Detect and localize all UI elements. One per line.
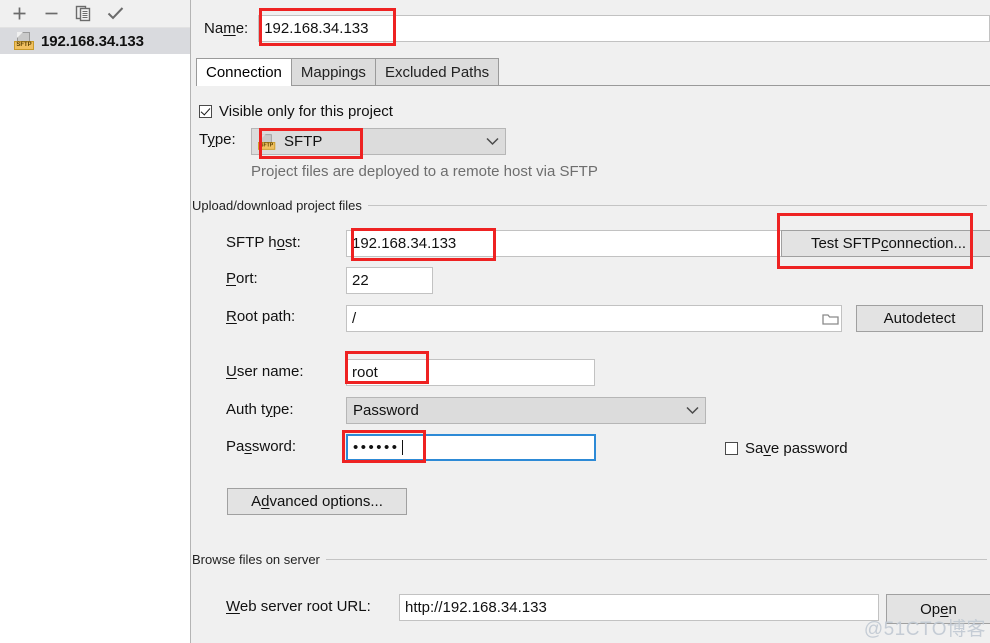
test-sftp-connection-button[interactable]: Test SFTP c onnection... bbox=[781, 230, 990, 257]
port-value: 22 bbox=[352, 272, 369, 289]
group-divider-2 bbox=[325, 559, 987, 560]
text-cursor bbox=[401, 440, 403, 455]
name-input-value: 192.168.34.133 bbox=[264, 19, 369, 37]
chevron-down-icon[interactable] bbox=[483, 137, 501, 146]
copy-icon[interactable] bbox=[68, 1, 98, 27]
port-input[interactable]: 22 bbox=[346, 267, 433, 294]
user-name-label: User name: bbox=[226, 363, 304, 380]
visible-only-label: Visible only for this project bbox=[219, 103, 393, 120]
port-label: Port: bbox=[226, 270, 258, 287]
sidebar-item-label: 192.168.34.133 bbox=[41, 32, 144, 50]
web-server-root-url-input[interactable]: http://192.168.34.133 bbox=[399, 594, 879, 621]
browse-group-header: Browse files on server bbox=[192, 552, 987, 567]
type-sftp-icon: SFTP bbox=[258, 133, 276, 150]
browse-group-title: Browse files on server bbox=[192, 552, 320, 567]
server-list-toolbar bbox=[0, 0, 190, 28]
name-label: Name: bbox=[204, 19, 249, 37]
save-password-label: Save password bbox=[745, 440, 848, 457]
folder-icon[interactable] bbox=[822, 312, 839, 326]
type-combobox-value: SFTP bbox=[284, 133, 323, 150]
chevron-down-icon-auth[interactable] bbox=[683, 406, 701, 415]
sftp-icon-tag: SFTP bbox=[14, 41, 34, 50]
save-password-checkbox-row[interactable]: Save password bbox=[725, 440, 848, 457]
upload-group-header: Upload/download project files bbox=[192, 198, 987, 213]
type-combobox[interactable]: SFTP SFTP bbox=[251, 128, 506, 155]
auth-type-value: Password bbox=[353, 402, 419, 419]
tab-excluded-paths[interactable]: Excluded Paths bbox=[374, 58, 500, 85]
group-divider bbox=[367, 205, 987, 206]
tab-mappings-label: Mappings bbox=[300, 63, 366, 81]
password-input[interactable]: •••••• bbox=[346, 434, 596, 461]
auth-type-combobox[interactable]: Password bbox=[346, 397, 706, 424]
sftp-server-icon: SFTP bbox=[14, 32, 34, 50]
remove-icon[interactable] bbox=[36, 1, 66, 27]
tab-connection[interactable]: Connection bbox=[196, 58, 292, 86]
password-value: •••••• bbox=[353, 439, 400, 456]
tab-bar: Connection Mappings Excluded Paths bbox=[196, 57, 990, 86]
sftp-host-label: SFTP host: bbox=[226, 234, 301, 251]
sftp-host-input[interactable]: 192.168.34.133 bbox=[346, 230, 786, 257]
autodetect-button[interactable]: Autodetect bbox=[856, 305, 983, 332]
tab-mappings[interactable]: Mappings bbox=[290, 58, 376, 85]
web-server-root-url-value: http://192.168.34.133 bbox=[405, 599, 547, 616]
sidebar-item-server[interactable]: SFTP 192.168.34.133 bbox=[0, 28, 190, 54]
settings-deployment-dialog: SFTP 192.168.34.133 Name: 192.168.34.133… bbox=[0, 0, 990, 643]
advanced-options-button[interactable]: Ad vanced options... bbox=[227, 488, 407, 515]
check-icon[interactable] bbox=[100, 1, 130, 27]
password-label: Password: bbox=[226, 438, 297, 455]
type-label: Type: bbox=[199, 131, 236, 148]
autodetect-label: Autodetect bbox=[883, 310, 956, 327]
auth-type-label: Auth type: bbox=[226, 401, 294, 418]
user-name-input[interactable]: root bbox=[346, 359, 595, 386]
name-row: Name: 192.168.34.133 bbox=[191, 0, 990, 46]
connection-tab-content: Visible only for this project Type: SFTP… bbox=[191, 86, 990, 643]
open-button[interactable]: Op e n bbox=[886, 594, 990, 624]
deployment-server-list-panel: SFTP 192.168.34.133 bbox=[0, 0, 191, 643]
tab-connection-label: Connection bbox=[206, 64, 282, 81]
add-icon[interactable] bbox=[4, 1, 34, 27]
sftp-host-value: 192.168.34.133 bbox=[352, 235, 457, 252]
tab-excluded-paths-label: Excluded Paths bbox=[384, 63, 490, 81]
root-path-label: Root path: bbox=[226, 308, 296, 325]
name-input[interactable]: 192.168.34.133 bbox=[258, 14, 990, 42]
upload-group-title: Upload/download project files bbox=[192, 198, 362, 213]
deployment-settings-main: Name: 192.168.34.133 Connection Mappings… bbox=[191, 0, 990, 643]
visible-only-checkbox[interactable] bbox=[199, 105, 212, 118]
type-hint-text: Project files are deployed to a remote h… bbox=[251, 163, 598, 180]
root-path-value: / bbox=[352, 310, 357, 327]
save-password-checkbox[interactable] bbox=[725, 442, 738, 455]
visible-only-checkbox-row[interactable]: Visible only for this project bbox=[199, 103, 393, 120]
type-sftp-icon-tag: SFTP bbox=[258, 141, 276, 150]
user-name-value: root bbox=[352, 364, 378, 381]
web-server-root-url-label: Web server root URL: bbox=[226, 598, 371, 615]
root-path-input[interactable]: / bbox=[346, 305, 842, 332]
